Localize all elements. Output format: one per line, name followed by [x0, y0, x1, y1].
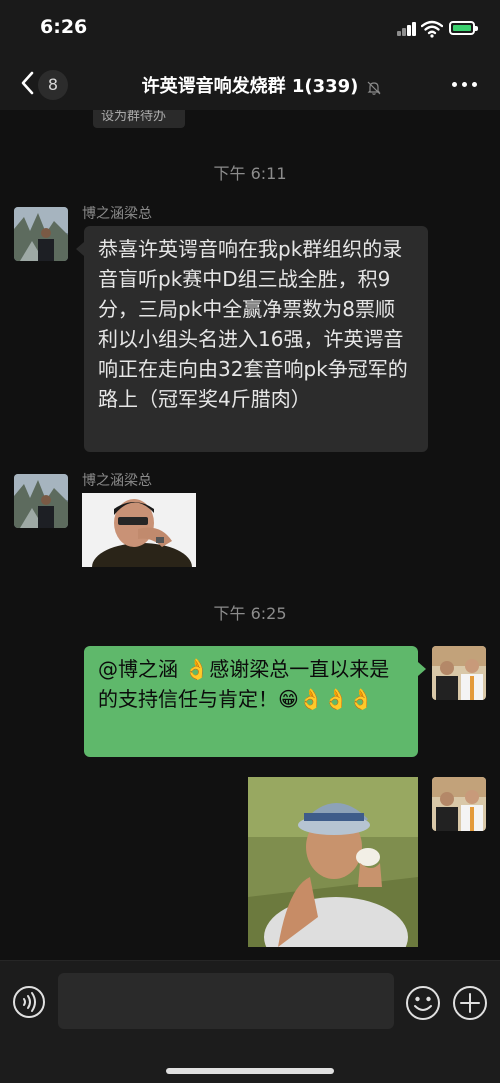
my-avatar[interactable]: [432, 646, 486, 700]
cellular-signal-icon: [397, 22, 417, 36]
mute-bell-icon: [367, 81, 381, 95]
laughing-man-sticker[interactable]: [82, 493, 196, 567]
my-message-bubble[interactable]: @博之涵 👌感谢梁总一直以来是的支持信任与肯定！😁👌👌👌: [84, 646, 426, 757]
home-indicator: [166, 1068, 334, 1074]
my-avatar[interactable]: [432, 777, 486, 831]
battery-icon: [449, 21, 478, 35]
message-bubble[interactable]: 恭喜许英谔音响在我pk群组织的录音盲听pk赛中D组三战全胜，积9分，三局pk中全…: [76, 226, 428, 452]
wifi-icon: [421, 20, 443, 38]
message-input[interactable]: [58, 973, 394, 1029]
plus-icon[interactable]: [452, 985, 488, 1021]
status-time: 6:26: [40, 16, 88, 38]
timestamp: 下午 6:25: [213, 604, 287, 623]
sender-name: 博之涵梁总: [82, 206, 152, 222]
avatar[interactable]: [14, 474, 68, 528]
chat-header: 8 许英谔音响发烧群 1(339): [0, 58, 500, 110]
voice-icon[interactable]: [12, 985, 46, 1019]
emoji-icon[interactable]: [405, 985, 441, 1021]
partial-label: 设为群待办: [93, 110, 185, 128]
timestamp: 下午 6:11: [213, 164, 287, 183]
input-bar: [0, 960, 500, 1083]
man-eating-sticker[interactable]: [248, 777, 418, 947]
status-bar: 6:26: [0, 0, 500, 58]
avatar[interactable]: [14, 207, 68, 261]
more-dots-icon[interactable]: [452, 82, 480, 88]
chat-title: 许英谔音响发烧群 1(339): [141, 76, 359, 97]
sender-name: 博之涵梁总: [82, 473, 152, 489]
chat-area[interactable]: 设为群待办 下午 6:11 博之涵梁总 恭喜许英谔音响在我pk群组织的录音盲听p…: [0, 110, 500, 960]
